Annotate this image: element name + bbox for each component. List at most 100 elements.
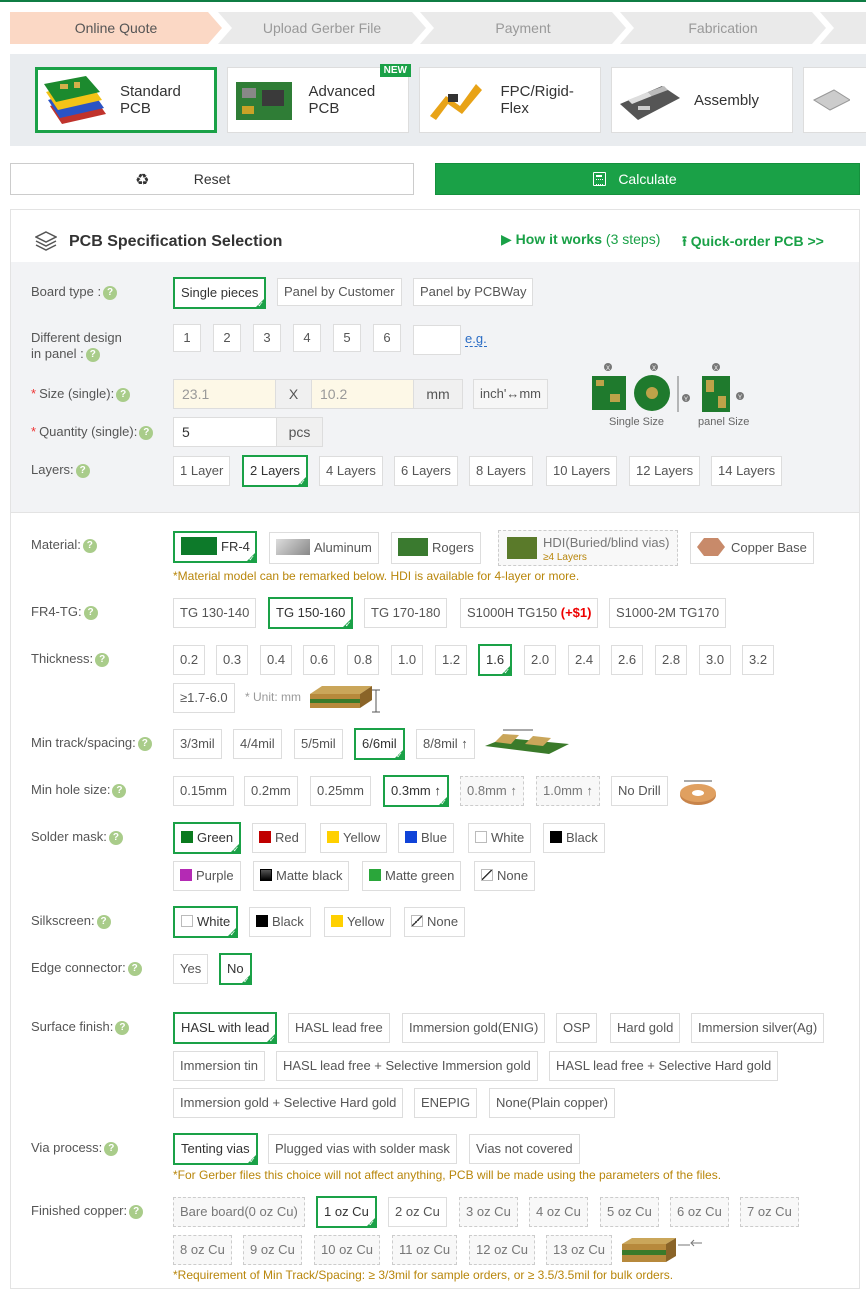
- hole-0-2[interactable]: 0.2mm: [244, 776, 298, 806]
- design-option-5[interactable]: 5: [333, 324, 361, 352]
- product-more[interactable]: [803, 67, 866, 133]
- material-fr4[interactable]: FR-4: [173, 531, 257, 564]
- tg-170-180[interactable]: TG 170-180: [364, 598, 448, 628]
- track-5-5[interactable]: 5/5mil: [294, 729, 343, 759]
- copper-1oz[interactable]: 1 oz Cu: [316, 1196, 377, 1229]
- finish-immersion-silver[interactable]: Immersion silver(Ag): [691, 1013, 825, 1043]
- via-plugged[interactable]: Plugged vias with solder mask: [268, 1134, 457, 1164]
- layers-option-4[interactable]: 4 Layers: [319, 456, 383, 486]
- silk-none[interactable]: None: [404, 907, 466, 937]
- help-icon[interactable]: ?: [115, 1020, 130, 1035]
- quantity-input[interactable]: 5: [173, 417, 277, 447]
- step-upload-gerber[interactable]: Upload Gerber File: [218, 12, 426, 44]
- design-option-2[interactable]: 2: [213, 324, 241, 352]
- layers-option-2[interactable]: 2 Layers: [242, 455, 308, 488]
- solder-matte-green[interactable]: Matte green: [362, 861, 462, 891]
- via-not-covered[interactable]: Vias not covered: [469, 1134, 580, 1164]
- design-option-6[interactable]: 6: [373, 324, 401, 352]
- size-x-input[interactable]: 23.1: [173, 379, 276, 409]
- finish-hasl-sel-hard-gold[interactable]: HASL lead free + Selective Hard gold: [549, 1051, 779, 1081]
- finish-enig[interactable]: Immersion gold(ENIG): [402, 1013, 546, 1043]
- help-icon[interactable]: ?: [127, 961, 142, 976]
- track-3-3[interactable]: 3/3mil: [173, 729, 222, 759]
- solder-yellow[interactable]: Yellow: [320, 823, 388, 853]
- layers-option-8[interactable]: 8 Layers: [469, 456, 533, 486]
- copper-13oz[interactable]: 13 oz Cu: [546, 1235, 613, 1265]
- silk-white[interactable]: White: [173, 906, 239, 939]
- thickness-0-6[interactable]: 0.6: [303, 645, 336, 675]
- calculate-button[interactable]: Calculate: [435, 163, 860, 195]
- copper-bare[interactable]: Bare board(0 oz Cu): [173, 1197, 305, 1227]
- solder-black[interactable]: Black: [543, 823, 605, 853]
- product-standard-pcb[interactable]: Standard PCB: [35, 67, 217, 133]
- copper-2oz[interactable]: 2 oz Cu: [388, 1197, 447, 1227]
- finish-enepig[interactable]: ENEPIG: [414, 1088, 478, 1118]
- step-fabrication[interactable]: Fabrication: [620, 12, 826, 44]
- design-option-3[interactable]: 3: [253, 324, 281, 352]
- thickness-0-2[interactable]: 0.2: [173, 645, 206, 675]
- edge-no[interactable]: No: [219, 953, 252, 986]
- track-4-4[interactable]: 4/4mil: [233, 729, 282, 759]
- copper-3oz[interactable]: 3 oz Cu: [459, 1197, 518, 1227]
- layers-option-10[interactable]: 10 Layers: [546, 456, 618, 486]
- product-fpc-rigid-flex[interactable]: FPC/Rigid-Flex: [419, 67, 601, 133]
- material-rogers[interactable]: Rogers: [391, 532, 481, 564]
- copper-12oz[interactable]: 12 oz Cu: [469, 1235, 536, 1265]
- copper-8oz[interactable]: 8 oz Cu: [173, 1235, 232, 1265]
- hole-0-25[interactable]: 0.25mm: [310, 776, 371, 806]
- via-tenting[interactable]: Tenting vias: [173, 1133, 258, 1166]
- help-icon[interactable]: ?: [108, 830, 123, 845]
- thickness-0-8[interactable]: 0.8: [347, 645, 380, 675]
- thickness-2-6[interactable]: 2.6: [611, 645, 644, 675]
- design-example-link[interactable]: e.g.: [465, 331, 487, 347]
- finish-hasl-lead-free[interactable]: HASL lead free: [288, 1013, 390, 1043]
- help-icon[interactable]: ?: [103, 285, 118, 300]
- thickness-custom[interactable]: ≥1.7-6.0: [173, 683, 235, 713]
- silk-yellow[interactable]: Yellow: [324, 907, 392, 937]
- help-icon[interactable]: ?: [116, 387, 131, 402]
- board-type-single-pieces[interactable]: Single pieces: [173, 277, 266, 310]
- track-6-6[interactable]: 6/6mil: [354, 728, 405, 761]
- size-y-input[interactable]: 10.2: [311, 379, 414, 409]
- thickness-3-2[interactable]: 3.2: [742, 645, 775, 675]
- help-icon[interactable]: ?: [104, 1141, 119, 1156]
- tg-150-160[interactable]: TG 150-160: [268, 597, 354, 630]
- solder-none[interactable]: None: [474, 861, 536, 891]
- help-icon[interactable]: ?: [85, 347, 100, 362]
- help-icon[interactable]: ?: [96, 914, 111, 929]
- layers-option-14[interactable]: 14 Layers: [711, 456, 783, 486]
- finish-hasl-sel-immersion-gold[interactable]: HASL lead free + Selective Immersion gol…: [276, 1051, 538, 1081]
- thickness-2-4[interactable]: 2.4: [568, 645, 601, 675]
- hole-0-15[interactable]: 0.15mm: [173, 776, 234, 806]
- thickness-3-0[interactable]: 3.0: [699, 645, 732, 675]
- help-icon[interactable]: ?: [83, 605, 98, 620]
- thickness-2-0[interactable]: 2.0: [524, 645, 557, 675]
- hole-0-8[interactable]: 0.8mm ↑: [460, 776, 524, 806]
- step-online-quote[interactable]: Online Quote: [10, 12, 222, 44]
- thickness-1-0[interactable]: 1.0: [391, 645, 424, 675]
- solder-matte-black[interactable]: Matte black: [253, 861, 350, 891]
- solder-blue[interactable]: Blue: [398, 823, 455, 853]
- unit-convert-button[interactable]: inch'↔mm: [473, 379, 548, 409]
- thickness-1-2[interactable]: 1.2: [435, 645, 468, 675]
- layers-option-6[interactable]: 6 Layers: [394, 456, 458, 486]
- board-type-panel-pcbway[interactable]: Panel by PCBWay: [413, 278, 534, 306]
- design-custom-input[interactable]: [413, 325, 461, 355]
- hole-0-3[interactable]: 0.3mm ↑: [383, 775, 449, 808]
- help-icon[interactable]: ?: [75, 463, 90, 478]
- tg-130-140[interactable]: TG 130-140: [173, 598, 257, 628]
- thickness-1-6[interactable]: 1.6: [478, 644, 513, 677]
- solder-green[interactable]: Green: [173, 822, 242, 855]
- copper-10oz[interactable]: 10 oz Cu: [314, 1235, 381, 1265]
- tg-s1000h[interactable]: S1000H TG150 (+$1): [460, 598, 599, 628]
- finish-hasl-lead[interactable]: HASL with lead: [173, 1012, 278, 1045]
- copper-6oz[interactable]: 6 oz Cu: [670, 1197, 729, 1227]
- copper-5oz[interactable]: 5 oz Cu: [600, 1197, 659, 1227]
- design-option-4[interactable]: 4: [293, 324, 321, 352]
- material-hdi[interactable]: HDI(Buried/blind vias) ≥4 Layers: [498, 530, 678, 566]
- copper-7oz[interactable]: 7 oz Cu: [740, 1197, 799, 1227]
- silk-black[interactable]: Black: [249, 907, 311, 937]
- finish-osp[interactable]: OSP: [556, 1013, 598, 1043]
- quick-order-link[interactable]: ⭱ Quick-order PCB >>: [682, 231, 824, 255]
- design-option-1[interactable]: 1: [173, 324, 201, 352]
